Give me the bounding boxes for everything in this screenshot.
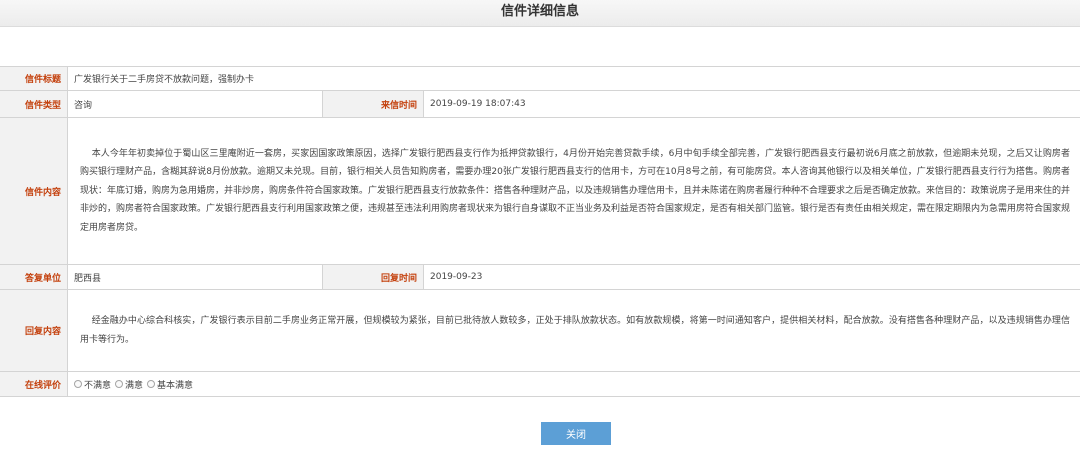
- reply-content-row: 回复内容 经金融办中心综合科核实，广发银行表示目前二手房业务正常开展，但规模较为…: [0, 290, 1080, 372]
- letter-type-label: 信件类型: [0, 91, 68, 117]
- letter-content-row: 信件内容 本人今年年初卖掉位于蜀山区三里庵附近一套房，买家因国家政策原因，选择广…: [0, 118, 1080, 265]
- evaluation-radio-group: 不满意 满意 基本满意: [74, 378, 193, 391]
- evaluation-label: 在线评价: [0, 372, 68, 396]
- radio-option-label: 基本满意: [157, 380, 194, 391]
- radio-circle-icon[interactable]: [147, 380, 156, 388]
- letter-title-row: 信件标题 广发银行关于二手房贷不放款问题，强制办卡: [0, 67, 1080, 91]
- letter-time-label: 来信时间: [322, 91, 424, 117]
- letter-content-cell: 本人今年年初卖掉位于蜀山区三里庵附近一套房，买家因国家政策原因，选择广发银行肥西…: [68, 118, 1080, 264]
- evaluation-row: 在线评价 不满意 满意 基本满意: [0, 372, 1080, 397]
- letter-type-row: 信件类型 咨询 来信时间 2019-09-19 18:07:43: [0, 91, 1080, 118]
- letter-title-value: 广发银行关于二手房贷不放款问题，强制办卡: [74, 75, 255, 85]
- evaluation-options: 不满意 满意 基本满意: [68, 372, 1080, 396]
- reply-unit-value: 肥西县: [74, 273, 102, 284]
- page-title: 信件详细信息: [0, 0, 1080, 27]
- reply-unit-label: 答复单位: [0, 265, 68, 289]
- reply-content-text: 经金融办中心综合科核实，广发银行表示目前二手房业务正常开展，但规模较为紧张，目前…: [80, 316, 1070, 345]
- radio-circle-icon[interactable]: [115, 380, 124, 388]
- radio-circle-icon[interactable]: [74, 380, 82, 388]
- letter-content-text: 本人今年年初卖掉位于蜀山区三里庵附近一套房，买家因国家政策原因，选择广发银行肥西…: [80, 148, 1071, 233]
- radio-option-satisfied[interactable]: 满意: [115, 378, 143, 391]
- reply-content-cell: 经金融办中心综合科核实，广发银行表示目前二手房业务正常开展，但规模较为紧张，目前…: [68, 290, 1080, 371]
- reply-unit-row: 答复单位 肥西县 回复时间 2019-09-23: [0, 265, 1080, 290]
- radio-option-label: 满意: [125, 380, 144, 391]
- letter-content-label: 信件内容: [0, 118, 68, 264]
- close-button[interactable]: 关闭: [541, 422, 611, 445]
- reply-time-value: 2019-09-23: [430, 272, 483, 282]
- letter-detail-form: 信件标题 广发银行关于二手房贷不放款问题，强制办卡 信件类型 咨询 来信时间 2…: [0, 66, 1080, 397]
- radio-option-unsatisfied[interactable]: 不满意: [74, 378, 111, 391]
- letter-type-value: 咨询: [74, 100, 93, 111]
- reply-time-label: 回复时间: [322, 265, 424, 289]
- radio-option-basically-satisfied[interactable]: 基本满意: [147, 378, 193, 391]
- letter-title-label: 信件标题: [0, 67, 68, 90]
- letter-time-value: 2019-09-19 18:07:43: [430, 99, 526, 109]
- radio-option-label: 不满意: [84, 380, 112, 391]
- reply-content-label: 回复内容: [0, 290, 68, 371]
